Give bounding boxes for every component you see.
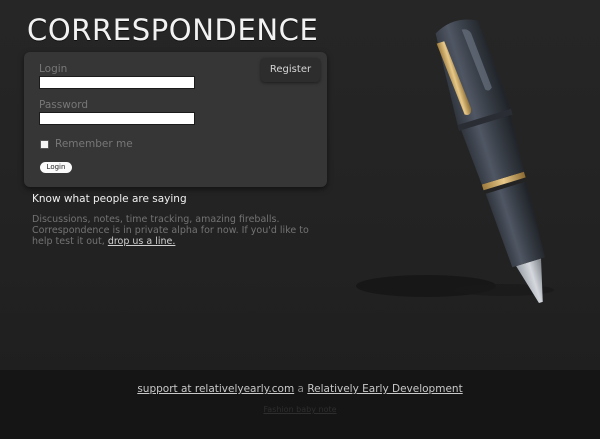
login-button[interactable]: Login — [40, 162, 72, 173]
login-input[interactable] — [39, 76, 195, 89]
login-panel: Login Password Remember me Login Registe… — [24, 52, 327, 187]
footer-joiner: a — [297, 383, 304, 395]
footer-links: support at relativelyearly.com a Relativ… — [0, 383, 600, 395]
tagline: Know what people are saying — [32, 193, 187, 205]
password-input[interactable] — [39, 112, 195, 125]
contact-link[interactable]: drop us a line. — [108, 236, 176, 247]
company-link[interactable]: Relatively Early Development — [307, 383, 462, 395]
page-footer: support at relativelyearly.com a Relativ… — [0, 370, 600, 439]
app-logo: CORRESPONDENCE — [27, 13, 319, 47]
main-page: CORRESPONDENCE Login Password Remember m… — [0, 0, 600, 370]
fountain-pen-icon — [354, 14, 578, 310]
support-email-link[interactable]: support at relativelyearly.com — [137, 383, 294, 395]
register-button[interactable]: Register — [261, 58, 320, 82]
remember-me-checkbox[interactable] — [40, 139, 49, 149]
password-label: Password — [39, 99, 89, 111]
footer-sub-link[interactable]: Fashion baby note — [0, 405, 600, 414]
intro-description: Discussions, notes, time tracking, amazi… — [32, 214, 322, 247]
remember-me-row[interactable]: Remember me — [40, 138, 133, 150]
login-label: Login — [39, 63, 68, 75]
remember-me-label: Remember me — [55, 138, 133, 150]
